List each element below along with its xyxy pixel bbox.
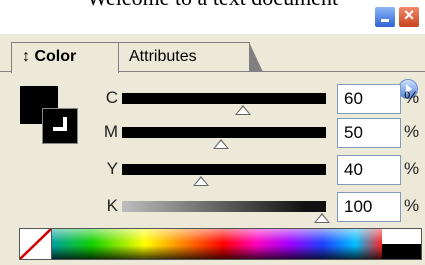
value-input-c[interactable]: 60 [337, 84, 401, 114]
unit-label-m: % [404, 122, 420, 141]
channel-row-magenta: M 50 % [0, 118, 425, 152]
value-input-y[interactable]: 40 [337, 155, 401, 185]
white-black-swatch[interactable] [404, 229, 421, 259]
none-swatch-icon[interactable] [20, 229, 52, 259]
channel-row-yellow: Y 40 % [0, 155, 425, 189]
unit-label-k: % [404, 196, 420, 215]
tab-bar: ↕ Color Attributes [0, 34, 425, 99]
background-document-text: Welcome to a text document [0, 0, 425, 9]
channel-row-cyan: C 60 % [0, 84, 425, 118]
value-input-m[interactable]: 50 [337, 118, 401, 148]
channel-label-k: K [106, 196, 118, 215]
channel-label-y: Y [106, 159, 118, 178]
slider-thumb-m[interactable] [213, 139, 229, 149]
color-spectrum-bar[interactable] [19, 228, 422, 260]
slider-track-y[interactable] [122, 164, 326, 175]
channel-row-black: K 100 % [0, 192, 425, 226]
white-swatch[interactable] [382, 229, 404, 244]
minimize-icon[interactable] [374, 6, 396, 28]
slider-track-k[interactable] [122, 201, 326, 212]
channel-label-m: M [103, 122, 118, 141]
value-input-k[interactable]: 100 [337, 192, 401, 222]
black-swatch[interactable] [382, 244, 404, 259]
spectrum-ramp[interactable] [52, 229, 382, 259]
slider-track-c[interactable] [122, 93, 326, 104]
close-icon[interactable]: × [398, 5, 420, 28]
slider-thumb-c[interactable] [235, 105, 251, 115]
tab-attributes[interactable]: Attributes [118, 42, 263, 72]
unit-label-c: % [404, 88, 420, 107]
unit-label-y: % [404, 159, 420, 178]
slider-track-m[interactable] [122, 127, 326, 138]
title-strip: Welcome to a text document × [0, 0, 425, 34]
channel-label-c: C [105, 88, 118, 107]
slider-thumb-k[interactable] [314, 213, 330, 223]
tab-color[interactable]: ↕ Color [11, 42, 119, 73]
slider-thumb-y[interactable] [193, 176, 209, 186]
color-panel: Welcome to a text document × ↕ Color Att… [0, 0, 425, 265]
